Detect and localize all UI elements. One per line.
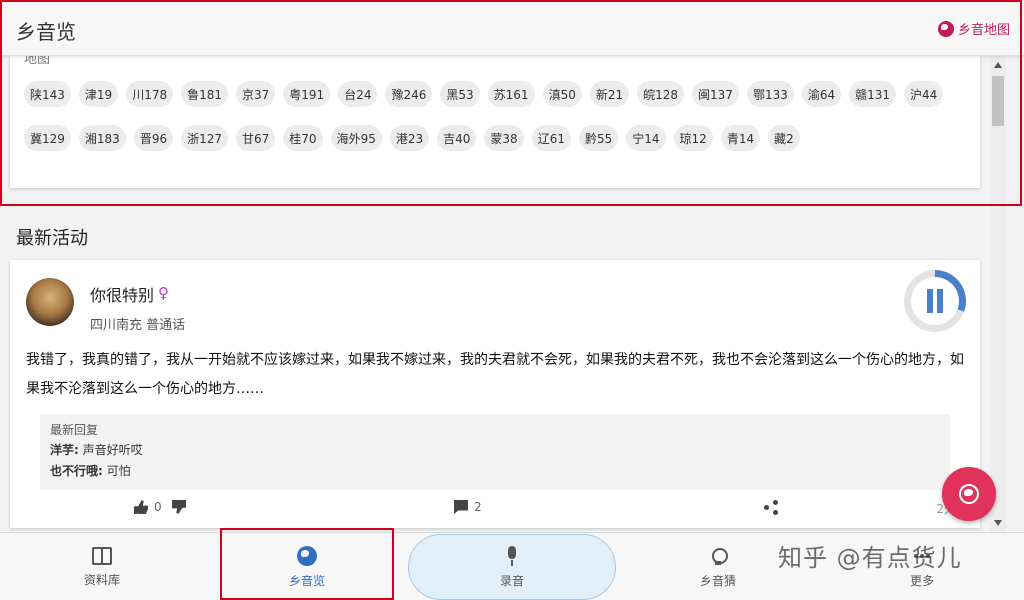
region-chip[interactable]: 鄂133 — [746, 81, 794, 107]
region-chip[interactable]: 甘67 — [236, 125, 276, 151]
activity-actions: 0 2 2天 — [10, 500, 980, 522]
globe-icon — [959, 484, 979, 504]
reply-user: 也不行哦: — [50, 464, 103, 478]
region-chip[interactable]: 津19 — [78, 81, 119, 107]
globe-fab-button[interactable] — [942, 467, 996, 521]
nav-item-xiangyin[interactable]: 乡音览 — [237, 533, 377, 600]
region-chip[interactable]: 青14 — [720, 125, 761, 151]
map-link[interactable]: 乡音地图 — [937, 19, 1010, 38]
comment-icon — [454, 500, 468, 514]
region-chip[interactable]: 湘183 — [78, 125, 126, 151]
reply-title: 最新回复 — [50, 423, 99, 437]
scroll-down-arrow-icon[interactable] — [994, 520, 1002, 526]
region-chip[interactable]: 浙127 — [181, 125, 228, 151]
nav-label: 更多 — [909, 573, 934, 588]
dislike-button[interactable] — [172, 500, 186, 514]
nav-item-library[interactable]: 资料库 — [32, 533, 172, 600]
region-chip[interactable]: 琼12 — [673, 125, 713, 151]
region-chip[interactable]: 鲁181 — [181, 81, 228, 107]
nav-label: 资料库 — [83, 572, 120, 587]
region-chip[interactable]: 冀129 — [24, 125, 71, 151]
username[interactable]: 你很特别 — [90, 282, 154, 306]
nav-label: 乡音猜 — [699, 573, 736, 588]
activity-content: 我错了，我真的错了，我从一开始就不应该嫁过来，如果我不嫁过来，我的夫君就不会死，… — [26, 352, 964, 397]
pause-button[interactable] — [904, 270, 966, 332]
region-chip[interactable]: 黔55 — [578, 125, 619, 151]
region-chip[interactable]: 桂70 — [283, 125, 323, 151]
share-button[interactable] — [764, 500, 778, 514]
reply-text: 可怕 — [102, 464, 131, 478]
region-chip[interactable]: 蒙38 — [484, 125, 524, 151]
scroll-up-arrow-icon[interactable] — [994, 62, 1002, 68]
map-link-label: 乡音地图 — [957, 23, 1010, 38]
like-button[interactable]: 0 — [134, 500, 162, 514]
pause-icon-bar — [937, 289, 943, 313]
reply-box[interactable]: 最新回复 洋芋: 声音好听哎 也不行哦: 可怕 — [40, 414, 950, 490]
region-chip[interactable]: 黑53 — [440, 81, 480, 107]
avatar[interactable] — [26, 278, 74, 326]
globe-icon — [937, 20, 954, 37]
region-chip[interactable]: 闽137 — [692, 81, 739, 107]
region-chip[interactable]: 港23 — [389, 125, 430, 151]
nav-item-record[interactable]: 录音 — [442, 533, 582, 600]
region-chip[interactable]: 宁14 — [626, 125, 666, 151]
reply-item: 洋芋: 声音好听哎 — [50, 440, 940, 461]
region-chip[interactable]: 赣131 — [849, 81, 897, 107]
female-icon: ♀ — [158, 284, 169, 302]
like-count: 0 — [154, 500, 162, 514]
region-card-label: 地图 — [24, 56, 51, 67]
nav-item-guess[interactable]: 乡音猜 — [648, 533, 788, 600]
region-chip[interactable]: 新21 — [589, 81, 630, 107]
comment-count: 2 — [474, 500, 482, 514]
scrollbar-thumb[interactable] — [992, 76, 1004, 126]
region-chip[interactable]: 辽61 — [531, 125, 571, 151]
page-title: 乡音览 — [16, 20, 76, 44]
comment-button[interactable]: 2 — [454, 500, 482, 514]
app-header: 乡音览 乡音地图 — [0, 0, 1024, 56]
region-chip[interactable]: 沪44 — [904, 81, 944, 107]
region-chip[interactable]: 皖128 — [637, 81, 685, 107]
nav-label: 录音 — [499, 573, 524, 588]
region-chip[interactable]: 粤191 — [283, 81, 331, 107]
pause-icon — [927, 289, 933, 313]
region-chip[interactable]: 苏161 — [487, 81, 535, 107]
pause-button-inner — [911, 277, 959, 325]
activity-card[interactable]: 你很特别 ♀ 四川南充 普通话 我错了，我真的错了，我从一开始就不应该嫁过来，如… — [10, 260, 980, 528]
region-chip[interactable]: 渝64 — [801, 81, 842, 107]
book-icon — [92, 546, 112, 565]
reply-user: 洋芋: — [50, 443, 79, 457]
nav-label: 乡音览 — [288, 573, 325, 588]
globe-icon — [297, 545, 317, 566]
region-chip[interactable]: 豫246 — [385, 81, 433, 107]
share-icon — [764, 500, 778, 514]
region-chip[interactable]: 藏2 — [768, 125, 800, 151]
region-card: 地图 陕143 津19 川178 鲁181 京37 粤191 台24 豫246 黑53 苏161 滇… — [10, 56, 980, 188]
scrollbar[interactable] — [990, 56, 1006, 532]
region-chip[interactable]: 滇50 — [542, 81, 582, 107]
region-chip[interactable]: 海外95 — [330, 125, 382, 151]
user-location: 四川南充 普通话 — [90, 318, 186, 333]
region-chip[interactable]: 陕143 — [24, 81, 71, 107]
thumb-down-icon — [172, 500, 186, 514]
region-chip[interactable]: 京37 — [236, 81, 276, 107]
reply-item: 也不行哦: 可怕 — [50, 461, 940, 482]
region-chip[interactable]: 川178 — [126, 81, 174, 107]
watermark: 知乎 @有点货儿 — [778, 544, 962, 572]
thumb-up-icon — [134, 500, 148, 514]
region-chip[interactable]: 晋96 — [133, 125, 174, 151]
region-chip[interactable]: 台24 — [338, 81, 378, 107]
section-title-latest-activity: 最新活动 — [16, 228, 88, 249]
region-chip[interactable]: 吉40 — [437, 125, 477, 151]
reply-text: 声音好听哎 — [78, 443, 143, 457]
region-chip-list: 陕143 津19 川178 鲁181 京37 粤191 台24 豫246 黑53 苏161 滇50 新… — [24, 81, 954, 151]
microphone-icon — [506, 545, 518, 566]
lightbulb-icon — [710, 546, 728, 566]
